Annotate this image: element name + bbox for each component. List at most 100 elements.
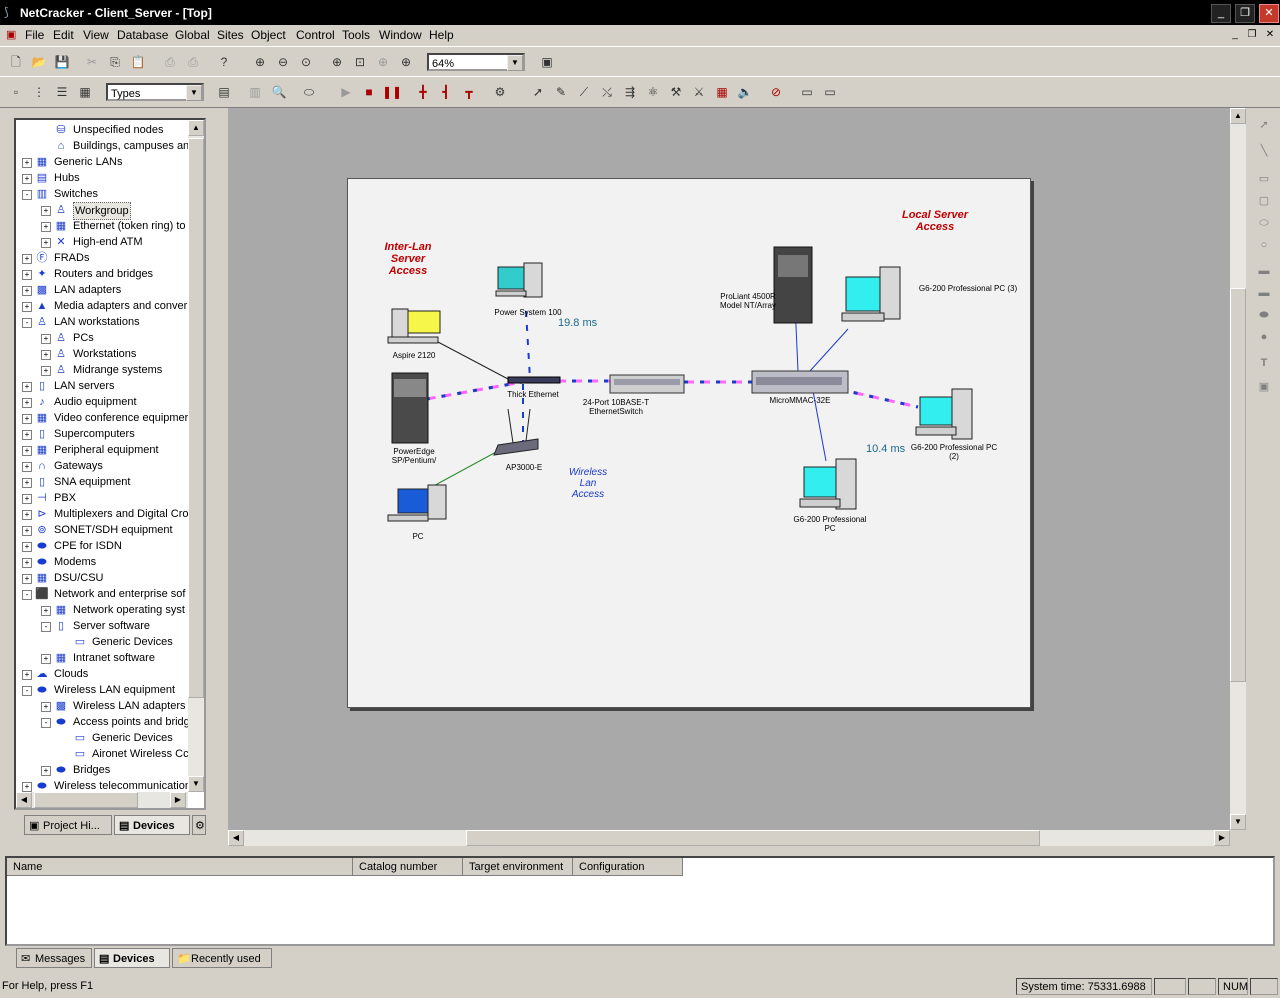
tag-icon[interactable]: ⬭ [299,82,319,102]
scroll-down-icon[interactable]: ▼ [1230,814,1246,830]
expand-icon[interactable]: + [41,206,51,216]
expand-icon[interactable]: + [22,510,32,520]
zoom-prev-icon[interactable]: ⊕ [373,52,393,72]
collapse-icon[interactable]: - [22,318,32,328]
expand-icon[interactable]: + [22,414,32,424]
collapse-icon[interactable]: - [41,718,51,728]
expand-icon[interactable]: + [22,446,32,456]
expand-icon[interactable]: + [22,158,32,168]
diagram-page[interactable]: Inter-Lan Server Access Local Server Acc… [347,178,1031,708]
filled-ellipse-icon[interactable]: ⬬ [1254,306,1274,324]
column-name[interactable]: Name [7,858,353,876]
scroll-right-icon[interactable]: ▶ [170,792,186,808]
tab-messages[interactable]: ✉ Messages [16,948,92,968]
device-proliant[interactable]: ProLiant 4500R Model NT/Array [708,292,788,310]
expand-icon[interactable]: + [41,702,51,712]
scroll-thumb[interactable] [466,830,1040,846]
settings-icon[interactable]: ⚒ [666,82,686,102]
select-icon[interactable]: ➚ [528,82,548,102]
column-configuration[interactable]: Configuration [573,858,683,876]
copy-icon[interactable]: ⎘ [105,52,125,72]
expand-icon[interactable]: + [41,366,51,376]
chevron-down-icon[interactable]: ▼ [507,55,523,71]
expand-icon[interactable]: + [41,222,51,232]
menu-object[interactable]: Object [251,28,286,42]
menu-help[interactable]: Help [429,28,454,42]
expand-icon[interactable]: + [22,478,32,488]
collapse-icon[interactable]: - [22,190,32,200]
paste-icon[interactable]: 📋 [128,52,148,72]
close-button[interactable]: ✕ [1259,4,1279,23]
filled-circle-icon[interactable]: ● [1254,328,1274,346]
line-icon[interactable]: ╲ [1254,142,1274,160]
link-tool-2-icon[interactable]: ┫ [436,82,456,102]
device-poweredge[interactable]: PowerEdge SP/Pentium/ [374,447,454,465]
link-tool-1-icon[interactable]: ╋ [413,82,433,102]
expand-icon[interactable]: + [22,462,32,472]
menu-file[interactable]: File [25,28,44,42]
save-icon[interactable]: 💾 [52,52,72,72]
image-icon[interactable]: ▣ [1254,378,1274,396]
scroll-thumb[interactable] [1230,288,1246,682]
expand-icon[interactable]: + [41,350,51,360]
scroll-up-icon[interactable]: ▲ [188,120,204,136]
menu-window[interactable]: Window [379,28,422,42]
new-icon[interactable]: 🗋 [6,52,26,72]
expand-icon[interactable]: + [22,558,32,568]
expand-icon[interactable]: + [41,654,51,664]
zoom-all-icon[interactable]: ⊕ [396,52,416,72]
view-details-icon[interactable]: ▦ [75,82,95,102]
tab-devices[interactable]: ▤ Devices [114,815,190,835]
circle-icon[interactable]: ○ [1254,236,1274,254]
expand-icon[interactable]: + [22,542,32,552]
expand-icon[interactable]: + [22,526,32,536]
pencil-icon[interactable]: ✎ [551,82,571,102]
text-icon[interactable]: T [1254,354,1274,372]
tab-bottom-devices[interactable]: ▤ Devices [94,948,170,968]
pause-icon[interactable]: ❚❚ [382,82,402,102]
device-thick-ethernet[interactable]: Thick Ethernet [498,390,568,399]
column-target-environment[interactable]: Target environment [463,858,573,876]
expand-icon[interactable]: + [22,670,32,680]
expand-icon[interactable]: + [41,766,51,776]
device-aspire[interactable]: Aspire 2120 [382,351,446,360]
fullscreen-icon[interactable]: ▣ [537,52,557,72]
tab-project-hierarchy[interactable]: ▣ Project Hi... [24,815,112,835]
menu-sites[interactable]: Sites [217,28,244,42]
scroll-thumb[interactable] [34,792,138,808]
device-power-system[interactable]: Power System 100 [478,308,578,317]
workspace-horizontal-scrollbar[interactable]: ◀ ▶ [228,830,1230,846]
expand-icon[interactable]: + [22,430,32,440]
print-icon[interactable]: ⎙ [183,52,203,72]
window-2-icon[interactable]: ▭ [820,82,840,102]
zoom-area-icon[interactable]: ⊕ [327,52,347,72]
collapse-icon[interactable]: - [41,622,51,632]
device-g6-200-2[interactable]: G6-200 Professional PC (2) [904,443,1004,461]
maximize-button[interactable]: ❐ [1235,4,1255,23]
expand-icon[interactable]: + [22,254,32,264]
view-list-icon[interactable]: ☰ [52,82,72,102]
collapse-icon[interactable]: - [22,590,32,600]
device-24-port-switch[interactable]: 24-Port 10BASE-T EthernetSwitch [574,398,658,416]
profile-icon[interactable]: ⇶ [620,82,640,102]
tab-recently-used[interactable]: 📁 Recently used [172,948,272,968]
rounded-rect-icon[interactable]: ▢ [1254,192,1274,210]
menu-view[interactable]: View [83,28,109,42]
properties-icon[interactable]: ▤ [214,82,234,102]
device-micrommac[interactable]: MicroMMAC-32E [762,396,838,405]
view-mode-2-icon[interactable]: ⋮ [29,82,49,102]
expand-icon[interactable]: + [41,606,51,616]
window-1-icon[interactable]: ▭ [797,82,817,102]
network-icon[interactable]: ⚛ [643,82,663,102]
expand-icon[interactable]: + [22,270,32,280]
scroll-right-icon[interactable]: ▶ [1214,830,1230,846]
expand-icon[interactable]: + [41,334,51,344]
zoom-page-icon[interactable]: ⊡ [350,52,370,72]
link-tool-3-icon[interactable]: ┳ [459,82,479,102]
zoom-combo[interactable]: 64% ▼ [427,53,525,71]
tree-vertical-scrollbar[interactable]: ▲ ▼ [188,120,204,792]
sound-icon[interactable]: 🔈 [735,82,755,102]
menu-global[interactable]: Global [175,28,210,42]
device-g6-200-3[interactable]: G6-200 Professional PC (3) [908,284,1028,293]
pointer-icon[interactable]: ➚ [1254,116,1274,134]
